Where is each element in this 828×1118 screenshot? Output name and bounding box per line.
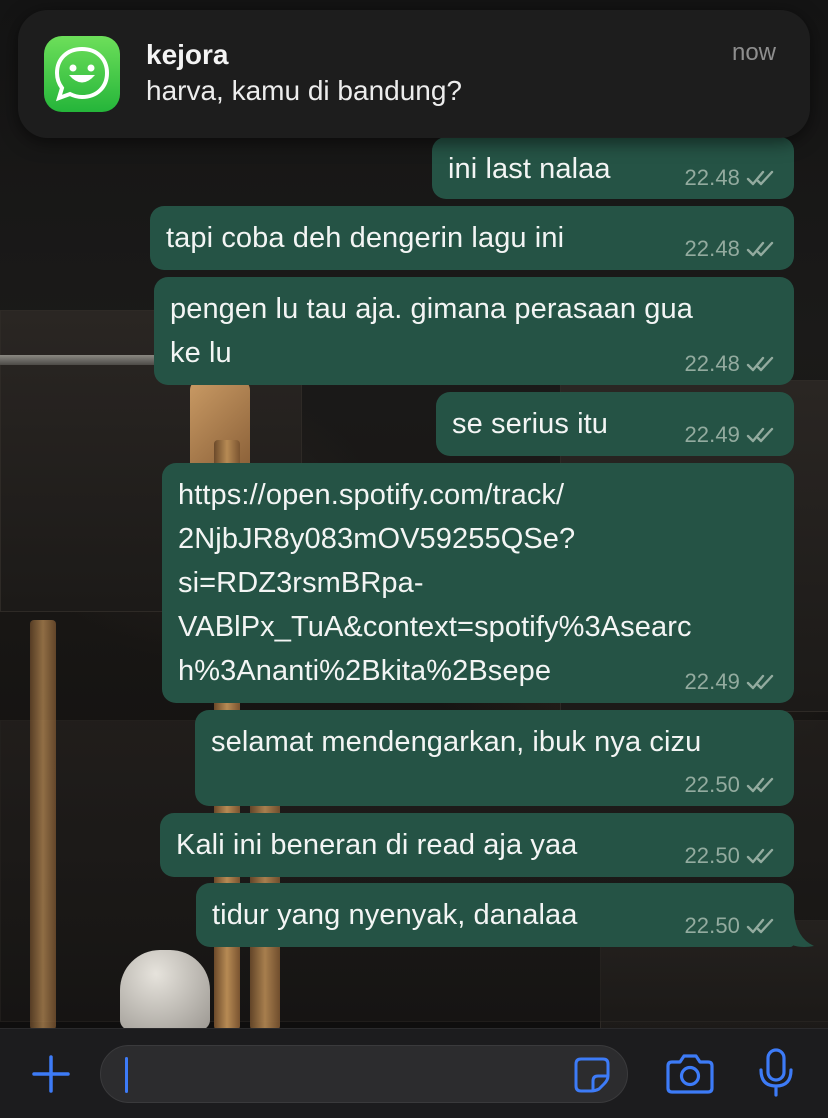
camera-icon xyxy=(666,1054,714,1094)
text-cursor xyxy=(125,1057,128,1093)
notification-sender: kejora xyxy=(146,39,229,70)
plus-icon xyxy=(32,1055,70,1093)
camera-button[interactable] xyxy=(664,1047,716,1099)
message-bubble[interactable]: ini last nalaa 22.48 xyxy=(432,137,794,199)
double-check-icon xyxy=(746,848,774,864)
notification-message: harva, kamu di bandung? xyxy=(146,75,462,106)
message-bubble[interactable]: tidur yang nyenyak, danalaa 22.50 xyxy=(196,883,794,947)
message-time: 22.48 xyxy=(684,236,740,261)
sticker-button[interactable] xyxy=(571,1054,613,1096)
message-time: 22.48 xyxy=(684,351,740,376)
message-time: 22.48 xyxy=(684,165,740,190)
smiley-chat-icon xyxy=(54,46,110,102)
double-check-icon xyxy=(746,427,774,443)
message-time: 22.49 xyxy=(684,669,740,694)
double-check-icon xyxy=(746,241,774,257)
message-meta: 22.49 xyxy=(684,671,776,693)
message-link-text[interactable]: https://open.spotify.com/track/ 2NjbJR8y… xyxy=(178,473,778,693)
message-time: 22.50 xyxy=(684,772,740,797)
double-check-icon xyxy=(746,170,774,186)
bubble-tail xyxy=(780,912,814,947)
notification-time: now xyxy=(731,39,776,66)
message-time: 22.50 xyxy=(684,843,740,868)
message-bubble[interactable]: https://open.spotify.com/track/ 2NjbJR8y… xyxy=(162,463,794,703)
message-input[interactable] xyxy=(100,1045,628,1103)
double-check-icon xyxy=(746,674,774,690)
message-bubble[interactable]: selamat mendengarkan, ibuk nya cizu 22.5… xyxy=(195,710,794,806)
message-meta: 22.48 xyxy=(684,167,776,189)
double-check-icon xyxy=(746,777,774,793)
message-meta: 22.50 xyxy=(684,915,776,937)
app-icon xyxy=(44,36,120,112)
microphone-button[interactable] xyxy=(752,1045,800,1101)
attach-button[interactable] xyxy=(26,1049,76,1099)
message-text: selamat mendengarkan, ibuk nya cizu xyxy=(211,726,702,758)
message-bubble[interactable]: pengen lu tau aja. gimana perasaan gua k… xyxy=(154,277,794,385)
message-time: 22.50 xyxy=(684,913,740,938)
message-meta: 22.50 xyxy=(684,845,776,867)
message-input-bar xyxy=(0,1028,828,1118)
double-check-icon xyxy=(746,918,774,934)
message-time: 22.49 xyxy=(684,422,740,447)
message-meta: 22.48 xyxy=(684,353,776,375)
notification-banner[interactable]: kejora harva, kamu di bandung? now xyxy=(18,10,810,138)
double-check-icon xyxy=(746,356,774,372)
chat-screen: ini last nalaa 22.48 tapi coba deh denge… xyxy=(0,0,828,1118)
message-bubble[interactable]: se serius itu 22.49 xyxy=(436,392,794,456)
microphone-icon xyxy=(759,1048,793,1097)
message-meta: 22.50 xyxy=(684,774,776,796)
message-bubble[interactable]: Kali ini beneran di read aja yaa 22.50 xyxy=(160,813,794,877)
message-bubble[interactable]: tapi coba deh dengerin lagu ini 22.48 xyxy=(150,206,794,270)
message-meta: 22.48 xyxy=(684,238,776,260)
message-meta: 22.49 xyxy=(684,424,776,446)
sticker-icon xyxy=(574,1057,610,1093)
